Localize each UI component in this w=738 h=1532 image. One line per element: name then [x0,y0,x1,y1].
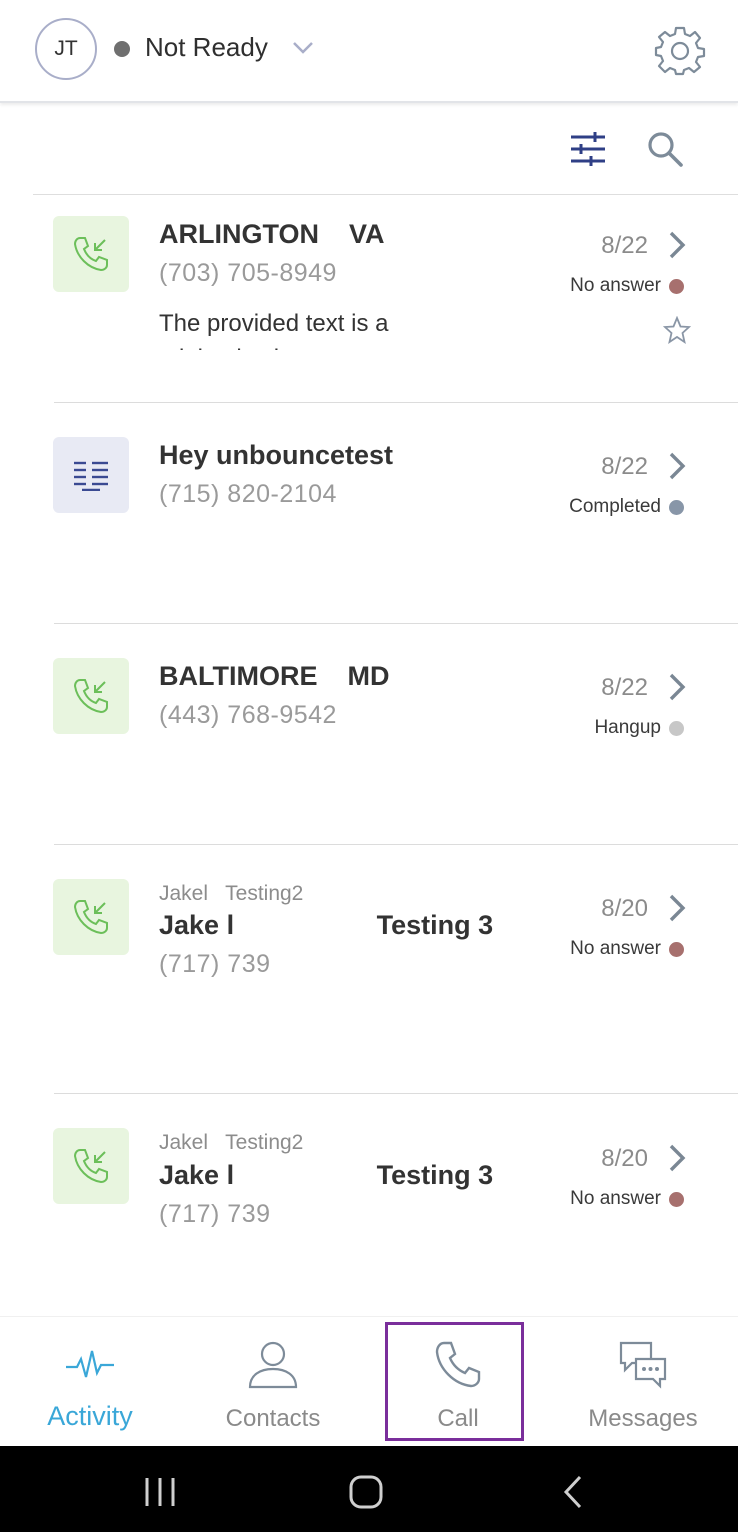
divider [54,402,738,403]
filter-sliders-icon[interactable] [569,131,607,172]
incoming-call-icon [53,658,129,734]
status-dot [669,721,684,736]
activity-date: 8/22 [601,232,648,259]
phone-number: (717) 739 [159,950,271,978]
call-status: No answer [570,275,661,296]
chat-bubbles-icon [618,1339,668,1394]
activity-pulse-icon [65,1347,115,1388]
activity-title: BALTIMORE MD [159,661,390,691]
activity-date: 8/22 [601,453,648,480]
system-navigation-bar [0,1446,738,1532]
phone-number: (715) 820-2104 [159,480,337,508]
chevron-right-icon[interactable] [666,1143,688,1178]
avatar-initials: JT [54,37,78,60]
incoming-call-icon [53,879,129,955]
phone-number: (443) 768-9542 [159,701,337,729]
call-status: No answer [570,1188,661,1209]
gear-icon[interactable] [654,24,706,81]
activity-title: ARLINGTON VA [159,219,385,249]
status-indicator-dot [114,41,130,57]
divider [33,194,738,195]
divider [54,623,738,624]
chevron-down-icon[interactable] [290,38,316,63]
star-icon[interactable] [662,315,692,349]
bottom-navigation: Activity Contacts Call Messages [0,1316,738,1446]
tab-label: Contacts [225,1405,321,1432]
transcript-lines-icon [53,437,129,513]
activity-title: Hey unbouncetest [159,440,394,470]
divider [54,1093,738,1094]
chevron-right-icon[interactable] [666,230,688,265]
call-status: No answer [570,938,661,959]
back-icon[interactable] [560,1474,586,1515]
message-snippet: The provided text is a minimal snippet: [159,310,389,350]
chevron-right-icon[interactable] [666,451,688,486]
chevron-right-icon[interactable] [666,672,688,707]
agent-status-label[interactable]: Not Ready [145,32,268,63]
contact-subtitle: Jakel Testing2 [159,1131,304,1154]
incoming-call-icon [53,216,129,292]
list-toolbar [0,105,738,195]
search-icon[interactable] [646,130,684,173]
tab-label: Messages [588,1405,698,1432]
app-header: JT Not Ready [0,0,738,103]
status-dot [669,279,684,294]
tab-label: Activity [47,1401,133,1431]
phone-number: (717) 739 [159,1200,271,1228]
recent-apps-icon[interactable] [143,1476,177,1513]
activity-date: 8/22 [601,674,648,701]
status-dot [669,1192,684,1207]
chevron-right-icon[interactable] [666,893,688,928]
avatar[interactable]: JT [35,18,97,80]
tab-contacts[interactable]: Contacts [183,1317,363,1447]
tab-activity[interactable]: Activity [0,1317,180,1447]
home-icon[interactable] [348,1474,384,1515]
activity-date: 8/20 [601,1145,648,1172]
status-dot [669,500,684,515]
divider [54,844,738,845]
person-icon [247,1339,299,1394]
incoming-call-icon [53,1128,129,1204]
activity-title: Jake l Testing 3 [159,1160,494,1190]
call-tab-highlight [385,1322,524,1441]
activity-title: Jake l Testing 3 [159,910,494,940]
call-status: Hangup [594,717,661,738]
call-status: Completed [569,496,661,517]
tab-messages[interactable]: Messages [553,1317,733,1447]
status-dot [669,942,684,957]
phone-number: (703) 705-8949 [159,259,337,287]
contact-subtitle: Jakel Testing2 [159,882,304,905]
activity-date: 8/20 [601,895,648,922]
